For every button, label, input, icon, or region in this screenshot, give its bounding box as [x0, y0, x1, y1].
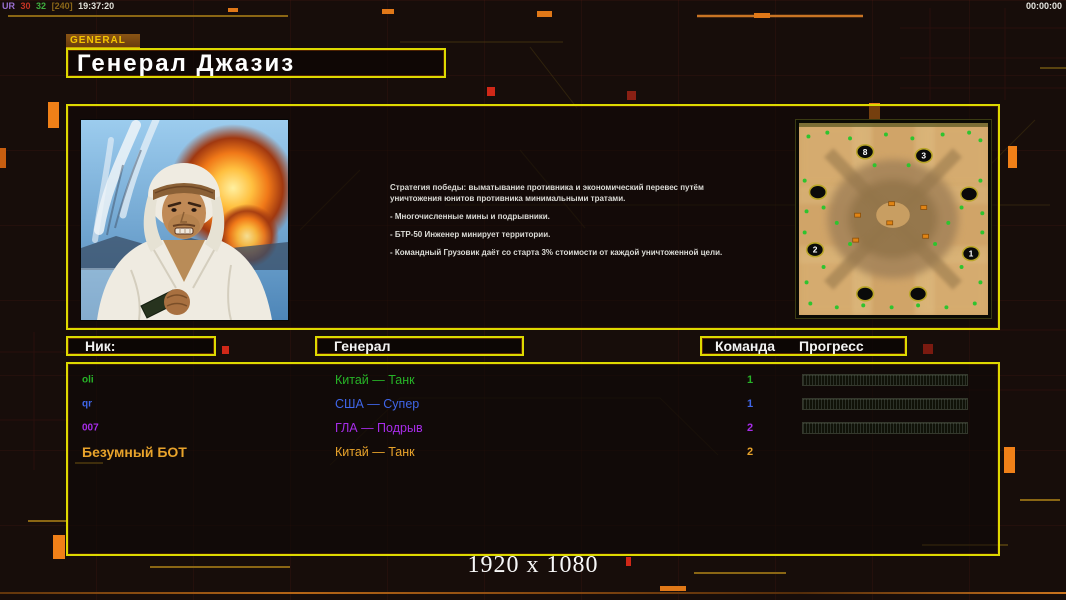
player-progress-bar [802, 374, 968, 386]
general-title: Генерал Джазиз [66, 48, 446, 78]
map-start-position [808, 184, 828, 200]
player-progress-bar [802, 422, 968, 434]
player-team: 1 [746, 398, 754, 410]
map-tree-dot [978, 178, 983, 183]
map-tree-dot [825, 130, 830, 135]
player-nick: oli [82, 374, 94, 386]
map-tree-dot [848, 136, 853, 141]
map-start-position-number: 1 [969, 249, 974, 259]
column-header-team-progress: Команда Прогресс [700, 336, 907, 356]
map-preview-image: 8 3 2 1 [799, 123, 988, 315]
map-tree-dot [946, 220, 951, 225]
map-tree-dot [861, 303, 866, 308]
map-start-position [855, 286, 875, 302]
map-start-position-number: 8 [863, 147, 868, 157]
map-tree-dot [848, 241, 853, 246]
status-segment: 19:37:20 [78, 1, 115, 11]
player-general: Китай — Танк [335, 373, 415, 387]
bottom-accent-line [0, 592, 1066, 594]
map-supply-dot [922, 233, 929, 239]
map-tree-dot [804, 280, 809, 285]
player-list-panel: oli Китай — Танк 1 qr США — Супер 1 007 ГЛА — П… [66, 362, 1000, 556]
player-row: Безумный БОТ Китай — Танк 2 [68, 440, 998, 464]
map-tree-dot [906, 163, 911, 168]
map-preview: 8 3 2 1 [795, 119, 992, 319]
map-tree-dot [933, 241, 938, 246]
player-progress-bar [802, 398, 968, 410]
strategy-description: Стратегия победы: выматывание противника… [390, 182, 730, 265]
map-start-position [959, 186, 979, 202]
general-portrait [80, 119, 289, 321]
column-header-general: Генерал [315, 336, 524, 356]
status-segment: 32 [36, 1, 47, 11]
player-general: Китай — Танк [335, 445, 415, 459]
status-segment: [240] [51, 1, 73, 11]
map-tree-dot [978, 138, 983, 143]
status-segment: 30 [20, 1, 31, 11]
resolution-label: 1920 x 1080 [467, 552, 599, 578]
player-nick: Безумный БОТ [82, 444, 187, 460]
player-team: 1 [746, 374, 754, 386]
map-supply-dot [920, 205, 928, 210]
player-row: oli Китай — Танк 1 [68, 368, 998, 392]
player-nick: qr [82, 398, 92, 410]
map-tree-dot [978, 280, 983, 285]
player-row: qr США — Супер 1 [68, 392, 998, 416]
map-tree-dot [959, 205, 964, 210]
map-supply-dot [854, 212, 861, 218]
game-timer: 00:00:00 [1025, 1, 1062, 11]
map-tree-dot [889, 305, 894, 310]
map-tree-dot [834, 220, 839, 225]
column-header-team-label: Команда [715, 338, 775, 354]
column-header-general-label: Генерал [334, 338, 391, 354]
player-general: США — Супер [335, 397, 420, 411]
map-tree-dot [980, 230, 985, 235]
strategy-line: Стратегия победы: выматывание противника… [390, 183, 704, 203]
player-row: 007 ГЛА — Подрыв 2 [68, 416, 998, 440]
map-tree-dot [910, 136, 915, 141]
loading-screen: UR 30 32 [240] 19:37:20 00:00:00 GENERAL… [0, 0, 1066, 600]
map-tree-dot [821, 205, 826, 210]
general-tab-label: GENERAL [66, 34, 140, 48]
player-nick: 007 [82, 422, 99, 434]
map-start-position [908, 286, 928, 302]
map-tree-dot [944, 305, 949, 310]
map-tree-dot [802, 230, 807, 235]
map-tree-dot [959, 265, 964, 269]
column-header-progress-label: Прогресс [799, 338, 864, 354]
map-tree-dot [808, 301, 813, 306]
player-team: 2 [746, 422, 754, 434]
status-segment: UR [2, 1, 15, 11]
strategy-line: - Многочисленные мины и подрывники. [390, 212, 550, 221]
map-tree-dot [980, 211, 985, 216]
map-tree-dot [883, 132, 888, 137]
map-tree-dot [802, 178, 807, 183]
column-header-nick: Ник: [66, 336, 216, 356]
column-header-nick-label: Ник: [85, 338, 116, 354]
map-tree-dot [972, 301, 977, 306]
map-tree-dot [821, 265, 826, 269]
player-team: 2 [746, 446, 754, 458]
map-supply-dot [852, 237, 860, 243]
strategy-line: - БТР-50 Инженер минирует территории. [390, 230, 551, 239]
strategy-line: - Командный Грузовик даёт со старта 3% с… [390, 248, 723, 257]
map-tree-dot [940, 132, 945, 137]
map-tree-dot [806, 134, 811, 139]
map-start-position-number: 2 [813, 245, 818, 255]
status-readout: UR 30 32 [240] 19:37:20 [2, 1, 117, 11]
map-tree-dot [967, 130, 972, 135]
map-start-position-number: 3 [921, 151, 926, 161]
player-general: ГЛА — Подрыв [335, 421, 423, 435]
general-info-panel: Стратегия победы: выматывание противника… [66, 104, 1000, 330]
map-supply-dot [888, 201, 895, 207]
map-tree-dot [804, 209, 809, 214]
map-supply-dot [886, 220, 894, 226]
map-tree-dot [872, 163, 877, 168]
map-tree-dot [834, 305, 839, 310]
map-tree-dot [916, 303, 921, 308]
